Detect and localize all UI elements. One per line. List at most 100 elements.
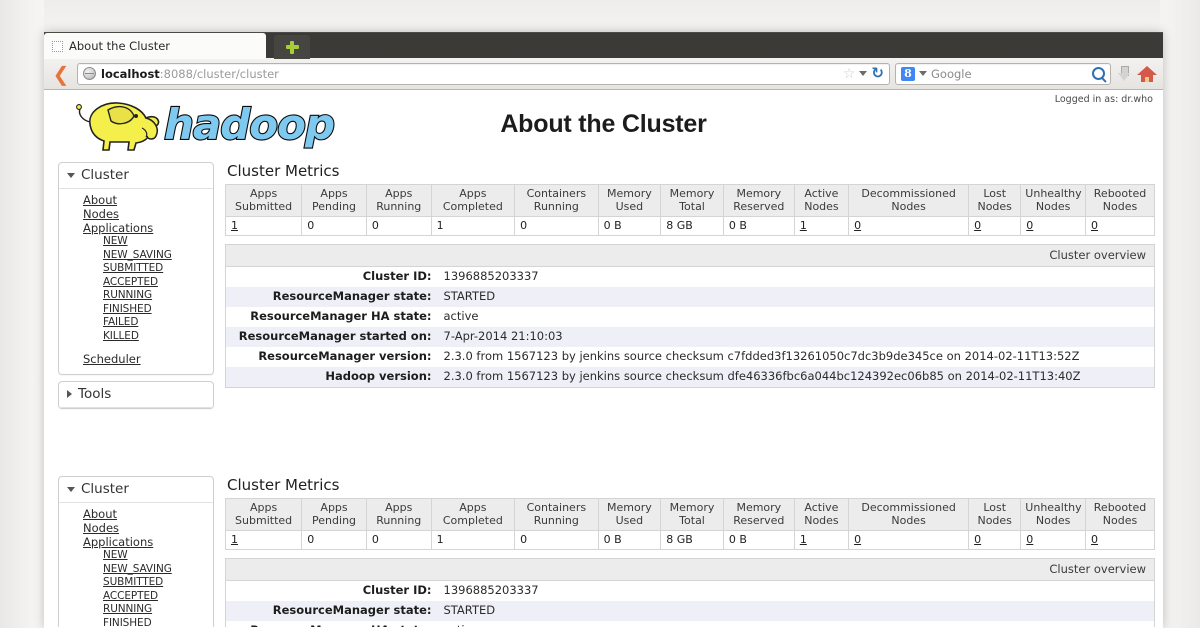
metrics-header-cell: Apps Completed bbox=[430, 184, 516, 217]
desktop-background-right bbox=[1160, 0, 1200, 628]
google-icon: 8 bbox=[901, 66, 915, 81]
metrics-value-cell[interactable]: 0 bbox=[1020, 216, 1086, 236]
sidebar-item-new-saving[interactable]: NEW_SAVING bbox=[59, 563, 213, 577]
metrics-header-cell: Containers Running bbox=[514, 498, 599, 531]
sidebar-item-applications[interactable]: Applications bbox=[59, 535, 213, 549]
metrics-value-cell[interactable]: 0 bbox=[1085, 530, 1155, 550]
plus-icon bbox=[285, 40, 299, 54]
metrics-value-link[interactable]: 1 bbox=[231, 219, 238, 232]
metrics-value-cell[interactable]: 0 bbox=[1085, 216, 1155, 236]
metrics-header-cell: Memory Used bbox=[597, 184, 662, 217]
metrics-value-cell[interactable]: 0 bbox=[848, 530, 970, 550]
back-button[interactable]: ❮ bbox=[50, 62, 72, 86]
page-viewport: Logged in as: dr.who hadoop About the Cl… bbox=[44, 90, 1163, 627]
sidebar-item-nodes[interactable]: Nodes bbox=[59, 207, 213, 221]
overview-row: ResourceManager started on: 7-Apr-2014 21… bbox=[225, 327, 1155, 347]
metrics-value-link[interactable]: 0 bbox=[1091, 219, 1098, 232]
overview-value: active bbox=[437, 307, 1155, 327]
metrics-header-cell: Apps Running bbox=[365, 498, 432, 531]
overview-value: 7-Apr-2014 21:10:03 bbox=[437, 327, 1155, 347]
tab-strip: About the Cluster bbox=[44, 32, 1163, 59]
search-icon[interactable] bbox=[1092, 67, 1105, 80]
overview-key: ResourceManager HA state: bbox=[225, 307, 438, 327]
sidebar-item-finished[interactable]: FINISHED bbox=[59, 303, 213, 317]
search-engine-chevron-icon[interactable] bbox=[919, 71, 927, 76]
nav-header-cluster[interactable]: Cluster bbox=[59, 477, 213, 503]
new-tab-button[interactable] bbox=[274, 35, 310, 59]
metrics-value-link[interactable]: 0 bbox=[974, 219, 981, 232]
metrics-header-cell: Apps Submitted bbox=[224, 184, 303, 217]
home-icon[interactable] bbox=[1137, 65, 1157, 83]
sidebar-item-new[interactable]: NEW bbox=[59, 235, 213, 249]
metrics-value-link[interactable]: 1 bbox=[800, 219, 807, 232]
sidebar-item-about[interactable]: About bbox=[59, 193, 213, 207]
metrics-value-link[interactable]: 0 bbox=[1026, 533, 1033, 546]
metrics-header-cell: Containers Running bbox=[514, 184, 599, 217]
reload-icon[interactable]: ↻ bbox=[871, 66, 884, 81]
metrics-value-cell[interactable]: 1 bbox=[793, 216, 850, 236]
metrics-value-cell[interactable]: 0 bbox=[848, 216, 970, 236]
metrics-value-cell[interactable]: 0 bbox=[968, 216, 1022, 236]
cluster-overview-block: Cluster overview Cluster ID: 139688520333… bbox=[225, 244, 1155, 388]
search-bar[interactable]: 8 Google bbox=[895, 62, 1111, 85]
metrics-value-cell[interactable]: 0 bbox=[968, 530, 1022, 550]
overview-row: Cluster ID: 1396885203337 bbox=[225, 581, 1155, 601]
overview-row: ResourceManager state: STARTED bbox=[225, 601, 1155, 621]
metrics-value-cell: 0 B bbox=[597, 530, 662, 550]
overview-value: STARTED bbox=[437, 287, 1155, 307]
sidebar-item-finished[interactable]: FINISHED bbox=[59, 617, 213, 628]
metrics-value-cell[interactable]: 1 bbox=[793, 530, 850, 550]
sidebar-item-about[interactable]: About bbox=[59, 507, 213, 521]
sidebar-item-running[interactable]: RUNNING bbox=[59, 289, 213, 303]
metrics-value-cell: 8 GB bbox=[660, 530, 724, 550]
metrics-value-cell[interactable]: 1 bbox=[224, 216, 303, 236]
metrics-header-cell: Apps Submitted bbox=[224, 498, 303, 531]
tab-favicon-icon bbox=[52, 40, 63, 52]
overview-row: ResourceManager HA state:active bbox=[225, 621, 1155, 627]
overview-row: ResourceManager HA state:active bbox=[225, 307, 1155, 327]
sidebar-item-submitted[interactable]: SUBMITTED bbox=[59, 576, 213, 590]
nav-header-cluster[interactable]: Cluster bbox=[59, 163, 213, 189]
nav-header-tools[interactable]: Tools bbox=[59, 382, 213, 408]
metrics-header-cell: Apps Pending bbox=[301, 184, 367, 217]
sidebar-item-running[interactable]: RUNNING bbox=[59, 603, 213, 617]
chevron-down-icon[interactable] bbox=[859, 71, 868, 76]
sidebar-item-nodes[interactable]: Nodes bbox=[59, 521, 213, 535]
metrics-value-cell: 1 bbox=[430, 530, 516, 550]
sidebar-item-applications[interactable]: Applications bbox=[59, 221, 213, 235]
address-bar[interactable]: localhost :8088/cluster/cluster ☆ ↻ bbox=[77, 62, 890, 85]
sidebar-item-killed[interactable]: KILLED bbox=[59, 330, 213, 344]
metrics-value-cell[interactable]: 0 bbox=[1020, 530, 1086, 550]
metrics-value-link[interactable]: 1 bbox=[800, 533, 807, 546]
sidebar-item-submitted[interactable]: SUBMITTED bbox=[59, 262, 213, 276]
sidebar-item-new-saving[interactable]: NEW_SAVING bbox=[59, 249, 213, 263]
metrics-value-cell[interactable]: 1 bbox=[224, 530, 303, 550]
cluster-overview-block-duplicate: Cluster overview Cluster ID: 139688520333… bbox=[225, 558, 1155, 627]
sidebar-item-scheduler[interactable]: Scheduler bbox=[59, 352, 213, 366]
download-icon[interactable] bbox=[1116, 65, 1132, 83]
overview-value: active bbox=[437, 621, 1155, 627]
sidebar-item-accepted[interactable]: ACCEPTED bbox=[59, 590, 213, 604]
metrics-value-cell: 0 B bbox=[722, 530, 795, 550]
browser-tab-active[interactable]: About the Cluster bbox=[44, 33, 266, 59]
globe-icon bbox=[83, 67, 96, 80]
metrics-value-link[interactable]: 0 bbox=[1091, 533, 1098, 546]
metrics-value-link[interactable]: 0 bbox=[854, 533, 861, 546]
overview-key: ResourceManager HA state: bbox=[225, 621, 438, 627]
nav-header-label: Tools bbox=[78, 386, 112, 402]
bookmark-star-icon[interactable]: ☆ bbox=[843, 67, 856, 81]
sidebar-item-accepted[interactable]: ACCEPTED bbox=[59, 276, 213, 290]
sidebar-item-new[interactable]: NEW bbox=[59, 549, 213, 563]
overview-value: 1396885203337 bbox=[437, 267, 1155, 287]
metrics-header-cell: Memory Total bbox=[660, 498, 724, 531]
overview-row: ResourceManager version: 2.3.0 from 15671… bbox=[225, 347, 1155, 367]
search-engine-label: Google bbox=[931, 66, 972, 81]
screen: About the Cluster ❮ localhost :8088/clus… bbox=[0, 0, 1200, 628]
chevron-right-icon bbox=[67, 390, 72, 398]
sidebar-item-failed[interactable]: FAILED bbox=[59, 316, 213, 330]
metrics-value-link[interactable]: 0 bbox=[974, 533, 981, 546]
metrics-value-link[interactable]: 0 bbox=[1026, 219, 1033, 232]
main-content: Cluster Metrics Apps Submitted Apps Pending… bbox=[224, 162, 1163, 388]
metrics-value-link[interactable]: 1 bbox=[231, 533, 238, 546]
metrics-value-link[interactable]: 0 bbox=[854, 219, 861, 232]
